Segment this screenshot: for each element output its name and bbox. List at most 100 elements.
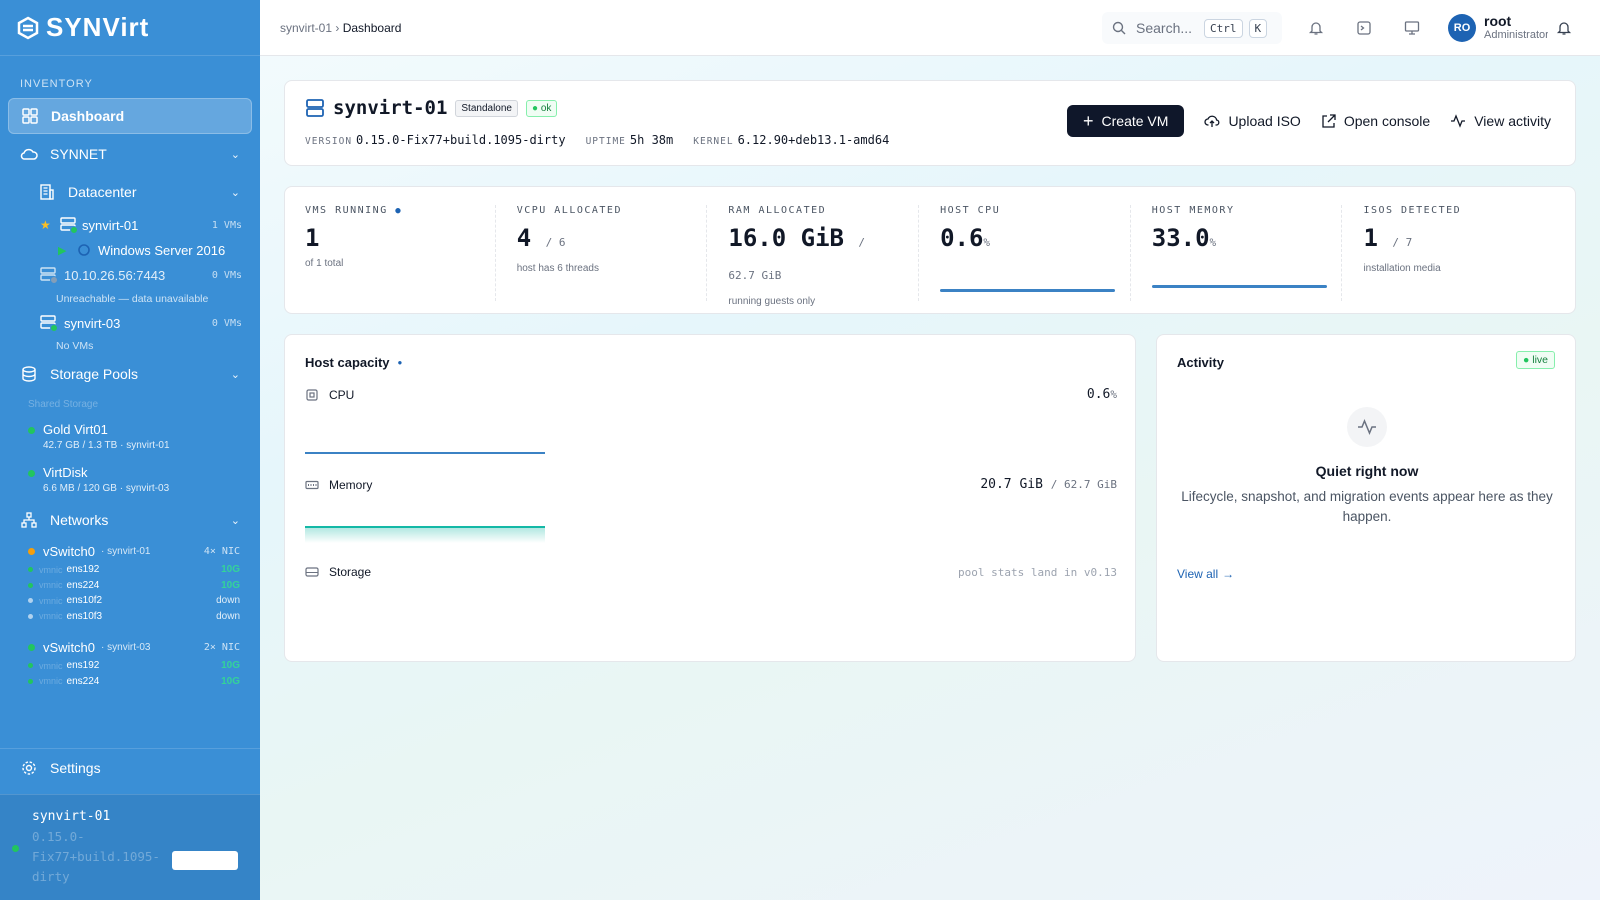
nic-row: vmnic ens224 10G (0, 578, 260, 594)
breadcrumb-separator: › (335, 20, 340, 35)
status-badge: ● ok (526, 99, 558, 117)
nav-dashboard-label: Dashboard (51, 108, 125, 124)
server-icon (306, 99, 324, 117)
nic-tag: vmnic (39, 580, 63, 591)
storage-row: Storage pool stats land in v0.13 (305, 565, 1117, 579)
server-icon (60, 217, 82, 234)
live-badge: ● live (1515, 351, 1555, 369)
star-icon: ★ (40, 218, 51, 232)
shortcut-ctrl: Ctrl (1204, 18, 1243, 38)
nav-settings[interactable]: Settings (8, 750, 252, 786)
nic-row: vmnic ens192 10G (0, 658, 260, 674)
cpu-row: CPU 0.6% (305, 387, 1117, 402)
meta-kernel: KERNEL 6.12.90+deb13.1-amd64 (693, 133, 889, 147)
stat-isos-detected: ISOS DETECTED 1 / 7 installation media (1363, 205, 1554, 301)
upload-iso-button[interactable]: Upload ISO (1204, 113, 1301, 129)
cpu-sparkline (305, 452, 545, 454)
pool-name: VirtDisk (43, 465, 88, 480)
meta-uptime: UPTIME 5h 38m (586, 133, 674, 147)
status-dot (28, 643, 35, 651)
host-vm-count: 1 VMs (211, 219, 242, 231)
search-icon (1112, 21, 1126, 35)
vm-windows-server-2016[interactable]: ▶ Windows Server 2016 (0, 238, 260, 262)
stat-label: ISOS DETECTED (1363, 205, 1462, 216)
nic-speed: 10G (221, 564, 240, 576)
view-activity-button[interactable]: View activity (1450, 113, 1551, 129)
nic-tag: vmnic (39, 595, 63, 606)
view-all-link[interactable]: View all → (1177, 567, 1234, 581)
host-synvirt-03[interactable]: synvirt-03 0 VMs (0, 310, 260, 336)
nic-row: vmnic ens224 10G (0, 674, 260, 690)
host-capacity-card: Host capacity ● CPU 0.6% Memory 20.7 GiB … (284, 334, 1136, 662)
breadcrumb-root[interactable]: synvirt-01 (280, 21, 332, 35)
status-badge-text: ok (540, 102, 552, 114)
nic-tag: vmnic (39, 611, 63, 622)
meta-version: VERSION 0.15.0-Fix77+build.1095-dirty (305, 133, 566, 147)
vswitch-synvirt-01[interactable]: vSwitch0 · synvirt-01 4× NIC (0, 540, 260, 562)
server-icon (40, 267, 64, 284)
monitor-icon[interactable] (1402, 18, 1422, 38)
nav-storage-pools[interactable]: Storage Pools ⌄ (8, 356, 252, 392)
view-all-label: View all (1177, 567, 1219, 581)
avatar[interactable]: RO (1448, 14, 1476, 42)
meta-kernel-value: 6.12.90+deb13.1-amd64 (737, 133, 890, 147)
stat-sub: of 1 total (305, 258, 344, 269)
nic-speed: down (216, 595, 240, 607)
pulse-icon (1347, 407, 1387, 447)
chevron-down-icon: ⌄ (230, 148, 240, 161)
stat-label: VCPU ALLOCATED (516, 205, 622, 216)
arrow-right-icon: → (1222, 567, 1235, 581)
sidebar: SYNVirt INVENTORY Dashboard SYNNET ⌄ Dat… (0, 0, 260, 900)
stat-label: RAM ALLOCATED (728, 205, 827, 216)
memory-row: Memory 20.7 GiB / 62.7 GiB (305, 477, 1117, 492)
user-name[interactable]: root (1484, 13, 1511, 29)
gear-icon (20, 759, 38, 777)
terminal-icon[interactable] (1354, 18, 1374, 38)
user-role: Administrator (1484, 29, 1548, 41)
host-name: synvirt-01 (333, 97, 448, 119)
activity-icon (1451, 114, 1466, 128)
switch-host: · synvirt-03 (101, 641, 151, 653)
pool-virtdisk[interactable]: VirtDisk 6.6 MB / 120 GB · synvirt-03 (0, 461, 260, 498)
status-dot (28, 613, 33, 619)
upload-iso-label: Upload ISO (1228, 113, 1301, 129)
header-actions: + Create VM Upload ISO Open console View … (1067, 105, 1551, 137)
brand-logo[interactable]: SYNVirt (0, 0, 260, 56)
footer-update-button[interactable]: Update (172, 851, 238, 870)
nic-name: ens224 (66, 675, 100, 687)
memory-icon (305, 480, 319, 489)
create-vm-button[interactable]: + Create VM (1067, 105, 1185, 137)
inventory-label: INVENTORY (20, 78, 93, 90)
stat-value: 1 (305, 224, 320, 252)
grid-icon (21, 107, 39, 125)
meta-uptime-key: UPTIME (585, 136, 626, 147)
chevron-down-icon: ⌄ (230, 186, 240, 199)
vswitch-synvirt-03[interactable]: vSwitch0 · synvirt-03 2× NIC (0, 636, 260, 658)
stat-sub: running guests only (728, 296, 816, 307)
stat-vcpu-allocated: VCPU ALLOCATED 4 / 6 host has 6 threads (517, 205, 708, 301)
mode-badge: Standalone (455, 99, 518, 117)
nav-networks[interactable]: Networks ⌄ (8, 502, 252, 538)
notification-bell-icon[interactable] (1554, 18, 1574, 38)
status-dot (28, 427, 35, 434)
nic-speed: 10G (221, 660, 240, 672)
nic-tag: vmnic (39, 564, 63, 575)
bell-icon[interactable] (1306, 18, 1326, 38)
hard-drive-icon (305, 567, 319, 577)
status-dot (28, 663, 33, 669)
nav-dashboard[interactable]: Dashboard (8, 98, 252, 134)
host-meta: VERSION 0.15.0-Fix77+build.1095-dirty UPT… (305, 133, 889, 147)
database-icon (20, 365, 38, 383)
search-box[interactable]: Search... Ctrl K (1102, 12, 1282, 44)
pool-gold-virt01[interactable]: Gold Virt01 42.7 GB / 1.3 TB · synvirt-0… (0, 418, 260, 455)
chevron-down-icon: ⌄ (230, 368, 240, 381)
nic-name: ens10f3 (66, 610, 103, 622)
host-header-card: synvirt-01 Standalone ● ok VERSION 0.15.0… (284, 80, 1576, 166)
host-synvirt-01[interactable]: ★ synvirt-01 1 VMs (0, 212, 260, 238)
nav-cluster-synnet[interactable]: SYNNET ⌄ (8, 136, 252, 172)
open-console-button[interactable]: Open console (1321, 113, 1430, 129)
nav-datacenter[interactable]: Datacenter ⌄ (8, 174, 252, 210)
host-10-10-26-56[interactable]: 10.10.26.56:7443 0 VMs (0, 262, 260, 288)
stat-ram-allocated: RAM ALLOCATED 16.0 GiB / 62.7 GiB runnin… (728, 205, 920, 307)
live-badge-text: live (1532, 354, 1548, 366)
